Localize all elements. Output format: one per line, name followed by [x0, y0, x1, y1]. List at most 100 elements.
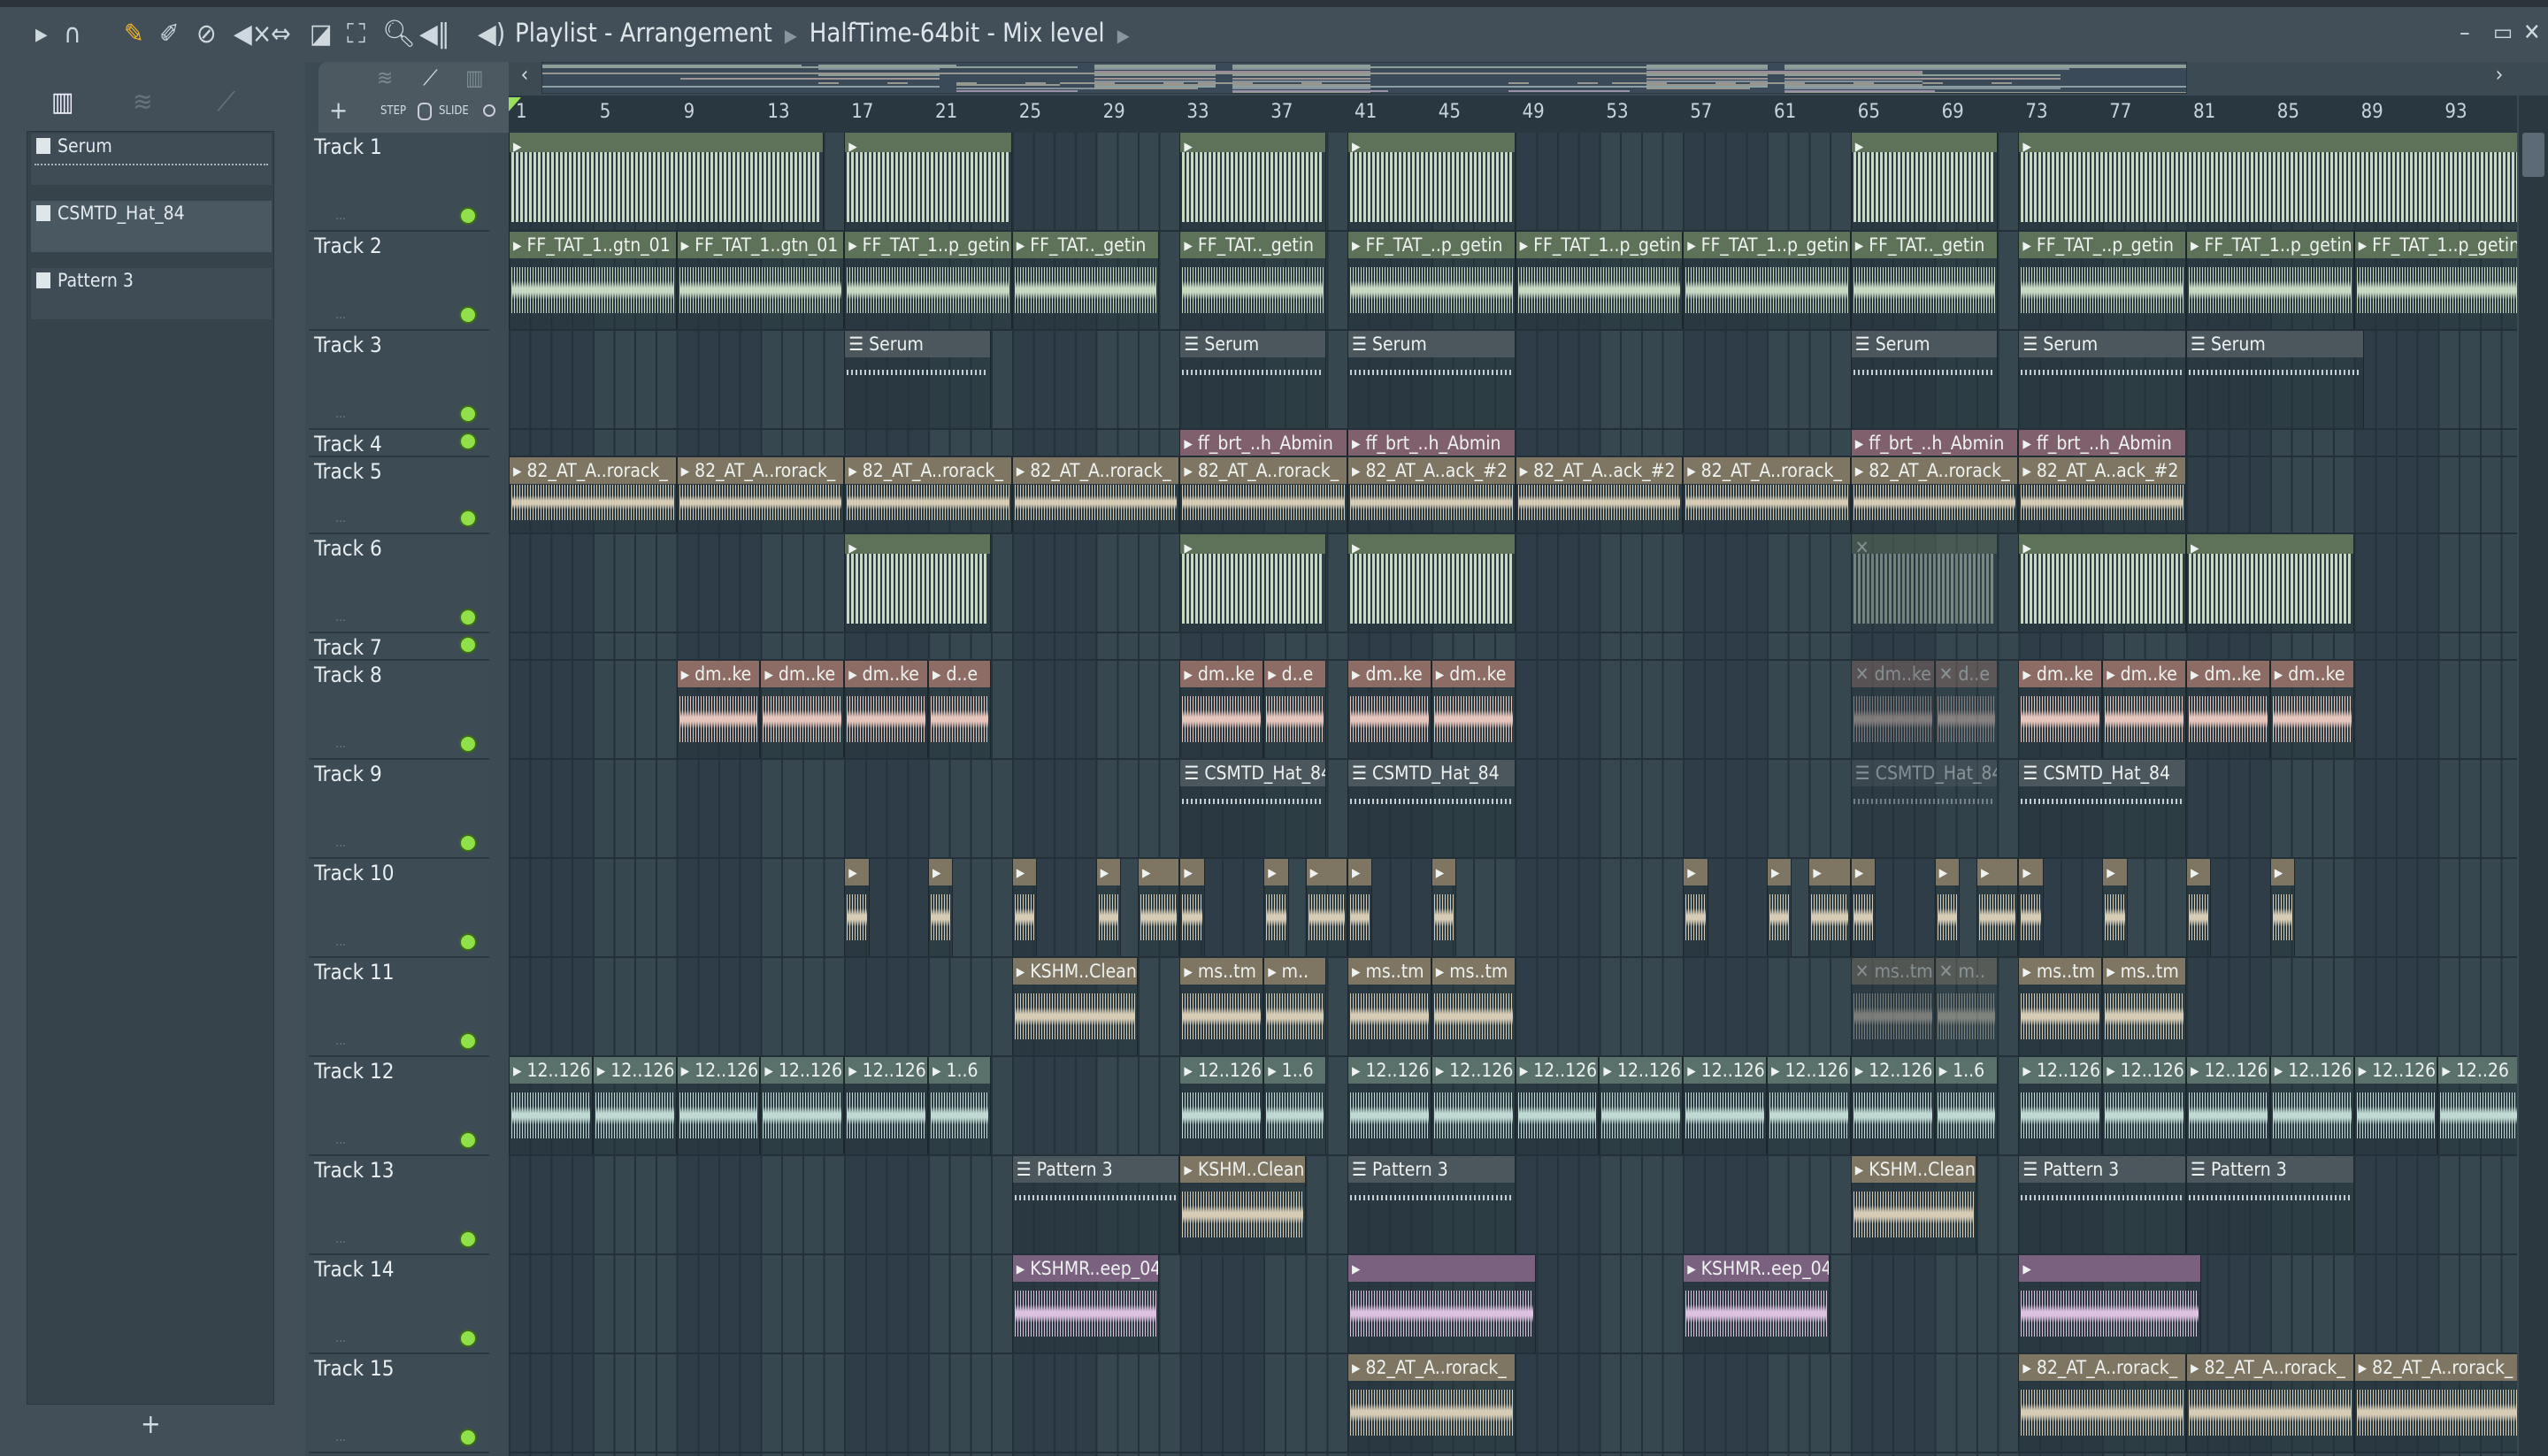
- track-resize-grip[interactable]: ···: [335, 212, 346, 226]
- track-resize-grip[interactable]: ···: [335, 1137, 346, 1151]
- audio-clip[interactable]: ▸ dm..ke: [2102, 661, 2186, 758]
- track-enable-led[interactable]: [459, 636, 477, 654]
- clip-header[interactable]: ▸: [1348, 133, 1515, 152]
- audio-clip[interactable]: ▸: [2018, 133, 2517, 230]
- audio-clip[interactable]: ▸: [1431, 859, 1457, 956]
- audio-clip[interactable]: ▸ FF_TAT.._getin: [1179, 232, 1327, 329]
- pattern-clip[interactable]: ☰ Serum: [1850, 331, 1998, 428]
- picker-item-serum[interactable]: Serum: [31, 134, 272, 185]
- clip-header[interactable]: ▸ 12..126: [1516, 1057, 1599, 1084]
- clip-header[interactable]: ▸ dm..ke: [845, 661, 927, 687]
- pattern-clip[interactable]: ☰ Pattern 3: [1347, 1156, 1516, 1253]
- clip-header[interactable]: ▸: [2019, 534, 2185, 554]
- audio-clip[interactable]: ✕ dm..ke: [1850, 661, 1935, 758]
- clip-header[interactable]: ▸ 82_AT_A..rorack_: [2019, 1354, 2185, 1381]
- audio-clip[interactable]: ▸ 12..126: [1599, 1057, 1684, 1154]
- clip-header[interactable]: ▸ 1..6: [929, 1057, 991, 1084]
- audio-clip[interactable]: ▸ FF_TAT_1..p_getin: [1683, 232, 1851, 329]
- clip-header[interactable]: ▸ 12..126: [1600, 1057, 1683, 1084]
- clip-header[interactable]: ▸ FF_TAT_1..p_getin: [1684, 232, 1850, 258]
- audio-clip[interactable]: ▸ 12..26: [2437, 1057, 2517, 1154]
- audio-wave-icon[interactable]: ≋: [133, 87, 153, 118]
- clip-header[interactable]: ▸ FF_TAT.._getin: [1012, 232, 1158, 258]
- minimize-button[interactable]: –: [2460, 19, 2470, 46]
- clip-header[interactable]: ▸ ff_brt_..h_Abmin: [1180, 430, 1347, 456]
- track-enable-led[interactable]: [459, 433, 477, 450]
- clip-header[interactable]: ▸ 12..126: [1180, 1057, 1263, 1084]
- audio-clip[interactable]: ▸: [1263, 859, 1289, 956]
- audio-clip[interactable]: ▸ KSHM..Clean: [1850, 1156, 1976, 1253]
- track-header[interactable]: Track 3 ···: [309, 331, 489, 430]
- clip-header[interactable]: ▸ 12..126: [2187, 1057, 2269, 1084]
- track-resize-grip[interactable]: ···: [335, 1335, 346, 1349]
- clip-header[interactable]: ▸: [1851, 859, 1876, 885]
- audio-clip[interactable]: ▸ ff_brt_..h_Abmin: [1850, 430, 2019, 456]
- track-header[interactable]: Track 11 ···: [309, 958, 489, 1057]
- track-enable-led[interactable]: [459, 834, 477, 852]
- clip-header[interactable]: ▸ FF_TAT_1..gtn_01: [677, 232, 844, 258]
- clip-header[interactable]: ▸ 82_AT_A..rorack_: [2187, 1354, 2353, 1381]
- clip-header[interactable]: ▸ ff_brt_..h_Abmin: [2019, 430, 2185, 456]
- pattern-clip[interactable]: ☰ Pattern 3: [2018, 1156, 2186, 1253]
- audio-clip[interactable]: ▸ dm..ke: [2186, 661, 2270, 758]
- clip-header[interactable]: ▸ ms..tm: [2103, 958, 2185, 985]
- magnet-snap-icon[interactable]: ∩: [64, 19, 81, 50]
- audio-clip[interactable]: ▸ 1..6: [1934, 1057, 1998, 1154]
- audio-clip[interactable]: ▸ 82_AT_A..rorack_: [2353, 1354, 2517, 1452]
- audio-clip[interactable]: ▸ 12..126: [1767, 1057, 1851, 1154]
- audio-clip[interactable]: ▸: [844, 534, 992, 632]
- clip-header[interactable]: ▸ 82_AT_A..rorack_: [1180, 457, 1347, 484]
- clip-header[interactable]: ▸ dm..ke: [2187, 661, 2269, 687]
- clip-header[interactable]: ▸ 12..126: [845, 1057, 927, 1084]
- track-header[interactable]: Track 1 ···: [309, 133, 489, 232]
- clip-header[interactable]: ☰ Serum: [845, 331, 991, 357]
- scroll-left-button[interactable]: ‹: [510, 62, 540, 94]
- delete-tool-icon[interactable]: ⊘: [196, 19, 217, 50]
- clip-header[interactable]: ▸: [1180, 534, 1326, 554]
- audio-clip[interactable]: ▸ dm..ke: [1347, 661, 1431, 758]
- pattern-clip[interactable]: ☰ Serum: [2186, 331, 2365, 428]
- clip-header[interactable]: ▸ 12..126: [761, 1057, 844, 1084]
- audio-clip[interactable]: ▸: [1305, 859, 1347, 956]
- clip-header[interactable]: ▸: [1348, 534, 1515, 554]
- audio-clip[interactable]: ▸ 1..6: [928, 1057, 992, 1154]
- audio-clip-icon[interactable]: ≋: [377, 65, 393, 90]
- track-header[interactable]: Track 9 ···: [309, 760, 489, 859]
- clip-header[interactable]: ▸: [1096, 859, 1121, 885]
- audio-clip[interactable]: ▸: [2018, 1255, 2201, 1353]
- clip-header[interactable]: ▸ 1..6: [1935, 1057, 1997, 1084]
- clip-header[interactable]: ▸: [929, 859, 953, 885]
- add-track-button[interactable]: +: [329, 96, 348, 125]
- clip-header[interactable]: ▸ KSHMR..eep_04: [1684, 1255, 1830, 1282]
- clip-header[interactable]: ▸ 82_AT_A..ack_#2: [1516, 457, 1683, 484]
- audio-clip[interactable]: ▸: [1347, 133, 1516, 230]
- audio-clip[interactable]: ▸ 12..126: [509, 1057, 593, 1154]
- clip-header[interactable]: ▸ 82_AT_A..rorack_: [1348, 1354, 1515, 1381]
- pattern-clip[interactable]: ☰ Pattern 3: [2186, 1156, 2354, 1253]
- clip-header[interactable]: ▸ 12..126: [1851, 1057, 1934, 1084]
- clip-header[interactable]: ▸ 82_AT_A..rorack_: [845, 457, 1011, 484]
- audio-clip[interactable]: ▸: [1179, 859, 1205, 956]
- track-enable-led[interactable]: [459, 609, 477, 626]
- track-header[interactable]: Track 6 ···: [309, 534, 489, 633]
- clip-header[interactable]: ▸ KSHM..Clean: [1851, 1156, 1976, 1183]
- audio-clip[interactable]: ▸ ms..tm: [1347, 958, 1431, 1055]
- clip-header[interactable]: ▸: [2019, 133, 2517, 152]
- audio-clip[interactable]: ▸ dm..ke: [844, 661, 928, 758]
- track-resize-grip[interactable]: ···: [335, 1038, 346, 1052]
- track-lane[interactable]: ☰ CSMTD_Hat_84 ☰ CSMTD_Hat_84 ☰ CSMTD_Hat_…: [509, 760, 2517, 859]
- clip-header[interactable]: ☰ Pattern 3: [1012, 1156, 1179, 1183]
- clip-header[interactable]: ▸ 82_AT_A..rorack_: [1012, 457, 1179, 484]
- audio-clip[interactable]: ▸ 1..6: [1263, 1057, 1327, 1154]
- clip-header[interactable]: ▸ dm..ke: [1180, 661, 1263, 687]
- audio-clip[interactable]: ▸ KSHMR..eep_04: [1011, 1255, 1159, 1353]
- track-resize-grip[interactable]: ···: [335, 515, 346, 529]
- audio-clip[interactable]: ▸: [1179, 133, 1327, 230]
- pattern-clip[interactable]: ☰ CSMTD_Hat_84: [2018, 760, 2186, 857]
- audio-clip[interactable]: ▸: [1011, 859, 1038, 956]
- audio-clip[interactable]: ▸ 82_AT_A..rorack_: [676, 457, 845, 533]
- track-resize-grip[interactable]: ···: [335, 839, 346, 854]
- clip-header[interactable]: ☰ Serum: [2187, 331, 2364, 357]
- audio-clip[interactable]: ▸ 12..126: [1179, 1057, 1264, 1154]
- track-header[interactable]: Track 7: [309, 633, 489, 661]
